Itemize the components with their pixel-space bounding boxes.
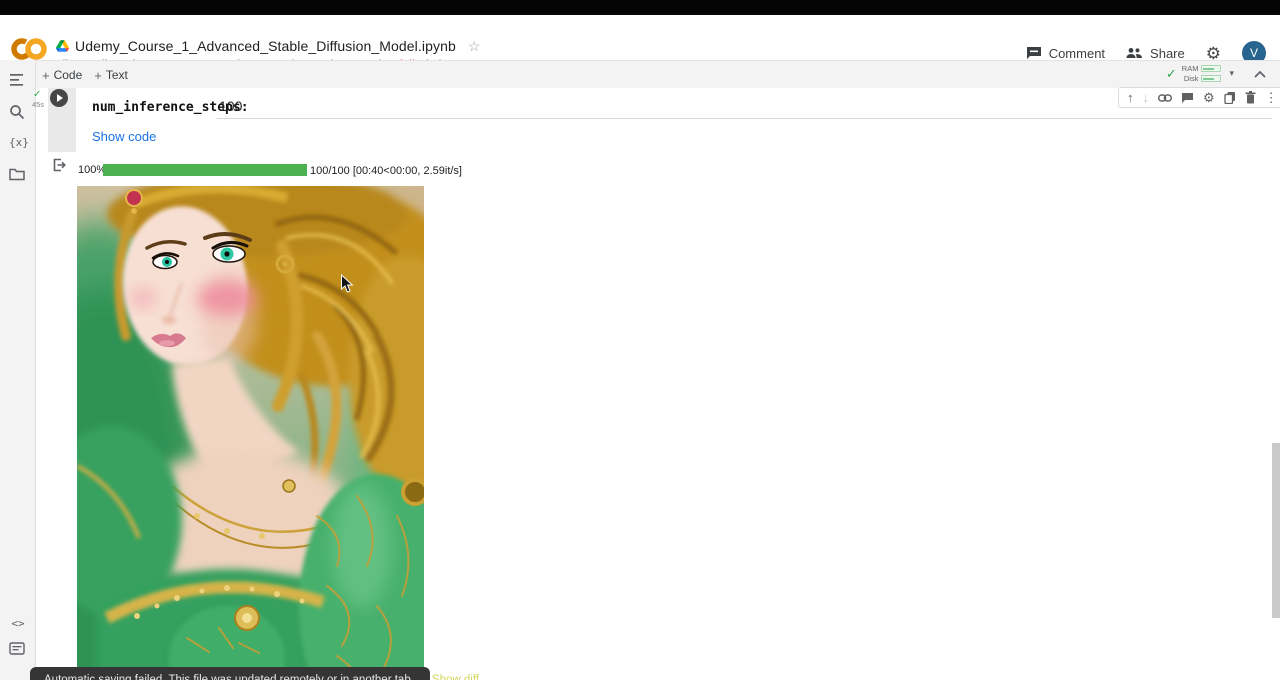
show-code-link[interactable]: Show code: [92, 129, 156, 144]
code-snippets-icon: <>: [11, 617, 24, 630]
comment-button[interactable]: Comment: [1026, 46, 1105, 61]
sidebar-item-files[interactable]: [9, 167, 27, 185]
drive-icon: [56, 40, 69, 52]
terminal-icon: [9, 642, 25, 655]
show-diff-button[interactable]: Show diff: [432, 674, 479, 680]
progress-percent: 100%: [78, 164, 106, 176]
disk-usage-bar: [1201, 75, 1221, 82]
sidebar-item-variables[interactable]: {x}: [9, 136, 27, 154]
move-cell-down-button[interactable]: ↓: [1143, 91, 1150, 104]
plus-icon: +: [42, 68, 50, 83]
trash-icon: [1245, 91, 1256, 104]
more-actions-button[interactable]: ⋮: [1265, 91, 1278, 104]
delete-cell-button[interactable]: [1245, 91, 1256, 104]
scrollbar-thumb[interactable]: [1272, 443, 1280, 618]
os-top-bar: [0, 0, 1280, 15]
variables-icon: {x}: [9, 136, 29, 149]
header: Udemy_Course_1_Advanced_Stable_Diffusion…: [0, 15, 1280, 60]
chevron-up-icon: [1252, 67, 1268, 83]
resources-widget[interactable]: ✓ RAM Disk ▾: [1166, 64, 1234, 83]
link-icon: [1158, 94, 1172, 102]
mouse-cursor: [340, 274, 354, 294]
add-comment-button[interactable]: [1181, 92, 1194, 104]
sidebar-item-toc[interactable]: [9, 72, 27, 90]
ram-usage-bar: [1201, 65, 1221, 72]
cell-toolbar: ↑ ↓ ⚙ ⋮: [1118, 87, 1280, 108]
people-icon: [1126, 47, 1143, 59]
share-button[interactable]: Share: [1126, 46, 1185, 61]
colab-window: Udemy_Course_1_Advanced_Stable_Diffusion…: [0, 0, 1280, 680]
star-icon[interactable]: ☆: [468, 38, 481, 55]
plus-icon: +: [94, 68, 102, 83]
title-row: Udemy_Course_1_Advanced_Stable_Diffusion…: [56, 38, 480, 54]
mirror-cell-button[interactable]: [1224, 91, 1236, 104]
notebook-title[interactable]: Udemy_Course_1_Advanced_Stable_Diffusion…: [75, 38, 456, 54]
table-of-contents-icon: [9, 72, 27, 88]
move-cell-up-button[interactable]: ↑: [1127, 91, 1134, 104]
search-icon: [9, 104, 25, 120]
num-inference-steps-input[interactable]: [217, 98, 1272, 119]
add-text-button[interactable]: + Text: [94, 66, 128, 84]
run-cell-button[interactable]: [50, 89, 68, 107]
sidebar-item-search[interactable]: [9, 104, 27, 122]
disk-label: Disk: [1184, 74, 1199, 83]
folder-icon: [9, 167, 25, 181]
output-gutter-icon[interactable]: [51, 157, 67, 173]
exec-time: 45s: [32, 100, 44, 109]
add-code-button[interactable]: + Code: [42, 66, 82, 84]
collapse-header-button[interactable]: [1252, 67, 1270, 83]
copy-link-button[interactable]: [1158, 94, 1172, 102]
notebook-toolbar: + Code + Text ✓ RAM Disk ▾: [0, 60, 1280, 88]
cell-settings-button[interactable]: ⚙: [1203, 91, 1215, 104]
left-sidebar: {x} <>: [0, 60, 36, 680]
play-icon: [57, 94, 63, 102]
progress-stats: 100/100 [00:40<00:00, 2.59it/s]: [310, 165, 462, 177]
generated-image: [77, 186, 424, 680]
sidebar-item-terminal[interactable]: [9, 642, 27, 660]
ram-label: RAM: [1182, 64, 1199, 73]
progress-bar: [103, 164, 307, 176]
exec-success-check-icon: ✓: [33, 89, 41, 100]
resources-caret-icon[interactable]: ▾: [1229, 68, 1234, 79]
sidebar-item-code-snippets[interactable]: <>: [9, 617, 27, 635]
comment-icon: [1181, 92, 1194, 104]
settings-gear-icon[interactable]: ⚙: [1206, 45, 1221, 62]
runtime-check-icon: ✓: [1166, 66, 1177, 82]
comment-icon: [1026, 46, 1042, 60]
toast-message: Automatic saving failed. This file was u…: [44, 674, 414, 680]
autosave-toast: Automatic saving failed. This file was u…: [30, 667, 430, 680]
copy-icon: [1224, 91, 1236, 104]
